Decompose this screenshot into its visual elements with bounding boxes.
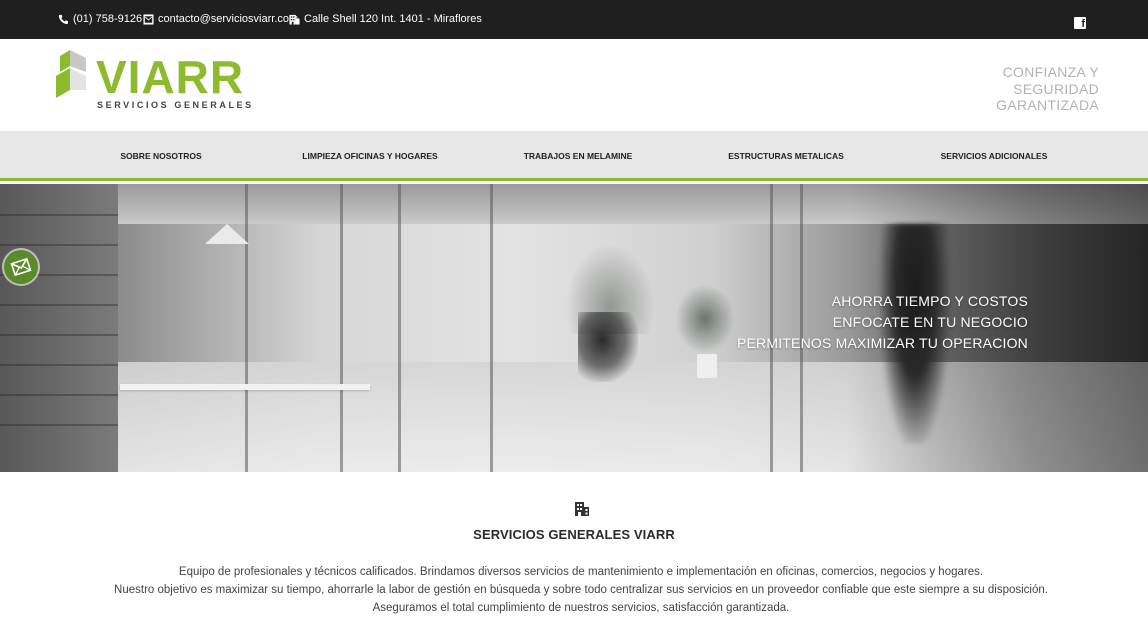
building-icon [289,14,300,25]
slogan-line: CONFIANZA Y [1002,64,1099,80]
address-text: Calle Shell 120 Int. 1401 - Miraflores [304,13,482,25]
email-address: contacto@serviciosviarr.com [158,13,299,25]
glass-divider [340,184,343,472]
slogan-line: SEGURIDAD [1013,80,1099,97]
section-paragraph: Aseguramos el total cumplimiento de nues… [372,602,790,614]
hero-plant [675,284,735,354]
main-nav: SOBRE NOSOTROS LIMPIEZA OFICINAS Y HOGAR… [0,131,1148,181]
hero-line: PERMITENOS MAXIMIZAR TU OPERACION [736,335,1028,351]
nav-item-sobre-nosotros[interactable]: SOBRE NOSOTROS [120,151,201,161]
section-paragraph: Nuestro objetivo es maximizar su tiempo,… [114,584,1048,596]
phone-contact[interactable]: (01) 758-9126 [58,13,142,25]
glass-divider [490,184,493,472]
site-header: VIARR SERVICIOS GENERALES CONFIANZA Y SE… [0,39,1148,131]
header-slogan: CONFIANZA Y SEGURIDAD GARANTIZADA [996,64,1099,114]
services-section: SERVICIOS GENERALES VIARR Equipo de prof… [0,472,1148,630]
hero-line: AHORRA TIEMPO Y COSTOS [831,293,1028,309]
section-paragraph: Equipo de profesionales y técnicos calif… [178,566,984,578]
section-title: SERVICIOS GENERALES VIARR [473,527,675,542]
phone-icon [58,14,69,25]
hero-banner: AHORRA TIEMPO Y COSTOS ENFOCATE EN TU NE… [0,184,1148,472]
hero-blinds [0,184,118,472]
nav-item-estructuras[interactable]: ESTRUCTURAS METALICAS [728,151,844,161]
phone-number: (01) 758-9126 [73,13,143,25]
viarr-logo[interactable]: VIARR SERVICIOS GENERALES [56,50,251,115]
top-contact-bar: (01) 758-9126 contacto@serviciosviarr.co… [0,0,1148,39]
slogan-line: GARANTIZADA [996,97,1099,113]
facebook-icon[interactable]: f [1074,17,1086,30]
logo-tagline: SERVICIOS GENERALES [97,100,254,110]
hero-lamp [205,224,249,244]
nav-item-limpieza[interactable]: LIMPIEZA OFICINAS Y HOGARES [302,151,437,161]
logo-wordmark: VIARR [96,51,245,103]
mail-icon [10,257,32,277]
envelope-icon [143,13,154,25]
email-contact[interactable]: contacto@serviciosviarr.com [143,13,298,25]
logo-mark-icon [56,50,86,98]
hero-line: ENFOCATE EN TU NEGOCIO [832,314,1028,330]
glass-divider [398,184,401,472]
floating-mail-button[interactable] [4,250,38,284]
hero-caption: AHORRA TIEMPO Y COSTOS ENFOCATE EN TU NE… [737,291,1028,354]
building-icon [575,502,589,516]
address-contact: Calle Shell 120 Int. 1401 - Miraflores [289,13,482,25]
hero-table [120,384,370,390]
hero-seated-person [578,312,638,382]
nav-item-melamine[interactable]: TRABAJOS EN MELAMINE [524,151,633,161]
hero-pot [697,354,717,378]
nav-item-servicios-adicionales[interactable]: SERVICIOS ADICIONALES [941,151,1048,161]
